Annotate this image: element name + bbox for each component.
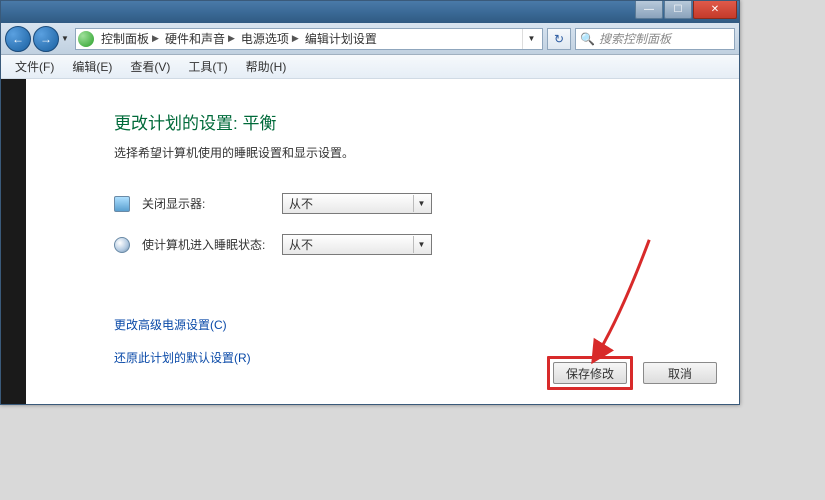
- breadcrumb-power-options[interactable]: 电源选项 ▶: [238, 30, 302, 47]
- nav-arrows: ← → ▼: [5, 26, 71, 52]
- left-spine: [1, 79, 26, 404]
- menu-view[interactable]: 查看(V): [122, 55, 178, 78]
- sleep-value: 从不: [289, 236, 313, 253]
- close-icon: ✕: [711, 4, 719, 15]
- chevron-right-icon: ▶: [152, 33, 159, 44]
- save-button[interactable]: 保存修改: [553, 362, 627, 384]
- search-icon: 🔍: [580, 32, 595, 46]
- minimize-icon: —: [644, 4, 654, 15]
- address-dropdown[interactable]: ▼: [522, 29, 540, 49]
- content-area: 更改计划的设置: 平衡 选择希望计算机使用的睡眠设置和显示设置。 关闭显示器: …: [26, 79, 739, 404]
- moon-icon: [114, 237, 130, 253]
- annotation-highlight: 保存修改: [547, 356, 633, 390]
- breadcrumb-root-label: 控制面板: [101, 30, 149, 47]
- chevron-right-icon: ▶: [292, 33, 299, 44]
- titlebar: — ☐ ✕: [1, 1, 739, 23]
- refresh-button[interactable]: ↻: [547, 28, 571, 50]
- menubar: 文件(F) 编辑(E) 查看(V) 工具(T) 帮助(H): [1, 55, 739, 79]
- display-off-value: 从不: [289, 195, 313, 212]
- button-bar: 保存修改 取消: [547, 356, 717, 390]
- window-frame: — ☐ ✕ ← → ▼ 控制面板 ▶ 硬件和声音 ▶ 电源选项 ▶ 编辑: [0, 0, 740, 405]
- chevron-down-icon: ▼: [413, 195, 429, 212]
- display-off-label: 关闭显示器:: [142, 195, 282, 212]
- maximize-button[interactable]: ☐: [664, 1, 692, 19]
- navbar: ← → ▼ 控制面板 ▶ 硬件和声音 ▶ 电源选项 ▶ 编辑计划设置 ▼ ↻: [1, 23, 739, 55]
- setting-display-off: 关闭显示器: 从不 ▼: [114, 193, 739, 214]
- sleep-dropdown[interactable]: 从不 ▼: [282, 234, 432, 255]
- breadcrumb-l2-label: 电源选项: [241, 30, 289, 47]
- chevron-right-icon: ▶: [228, 33, 235, 44]
- search-input[interactable]: 🔍 搜索控制面板: [575, 28, 735, 50]
- menu-help[interactable]: 帮助(H): [238, 55, 295, 78]
- breadcrumb-l3-label: 编辑计划设置: [305, 30, 377, 47]
- maximize-icon: ☐: [674, 4, 683, 15]
- page-subtitle: 选择希望计算机使用的睡眠设置和显示设置。: [114, 144, 739, 161]
- menu-edit[interactable]: 编辑(E): [64, 55, 120, 78]
- menu-tools[interactable]: 工具(T): [180, 55, 235, 78]
- breadcrumb-root[interactable]: 控制面板 ▶: [98, 30, 162, 47]
- back-arrow-icon: ←: [12, 32, 24, 46]
- forward-button[interactable]: →: [33, 26, 59, 52]
- nav-history-dropdown[interactable]: ▼: [59, 26, 71, 52]
- minimize-button[interactable]: —: [635, 1, 663, 19]
- refresh-icon: ↻: [554, 32, 564, 46]
- close-button[interactable]: ✕: [693, 1, 737, 19]
- address-bar[interactable]: 控制面板 ▶ 硬件和声音 ▶ 电源选项 ▶ 编辑计划设置 ▼: [75, 28, 543, 50]
- breadcrumb-edit-plan[interactable]: 编辑计划设置: [302, 30, 380, 47]
- monitor-icon: [114, 196, 130, 212]
- chevron-down-icon: ▼: [61, 34, 69, 43]
- setting-sleep: 使计算机进入睡眠状态: 从不 ▼: [114, 234, 739, 255]
- breadcrumb-l1-label: 硬件和声音: [165, 30, 225, 47]
- breadcrumb-hardware-sound[interactable]: 硬件和声音 ▶: [162, 30, 238, 47]
- sleep-label: 使计算机进入睡眠状态:: [142, 236, 282, 253]
- cancel-button[interactable]: 取消: [643, 362, 717, 384]
- link-advanced-settings[interactable]: 更改高级电源设置(C): [114, 316, 227, 333]
- menu-file[interactable]: 文件(F): [7, 55, 62, 78]
- link-restore-defaults[interactable]: 还原此计划的默认设置(R): [114, 349, 251, 366]
- control-panel-icon: [78, 31, 94, 47]
- display-off-dropdown[interactable]: 从不 ▼: [282, 193, 432, 214]
- back-button[interactable]: ←: [5, 26, 31, 52]
- chevron-down-icon: ▼: [413, 236, 429, 253]
- forward-arrow-icon: →: [40, 32, 52, 46]
- page-title: 更改计划的设置: 平衡: [114, 109, 739, 134]
- body: 更改计划的设置: 平衡 选择希望计算机使用的睡眠设置和显示设置。 关闭显示器: …: [1, 79, 739, 404]
- search-placeholder: 搜索控制面板: [599, 30, 671, 47]
